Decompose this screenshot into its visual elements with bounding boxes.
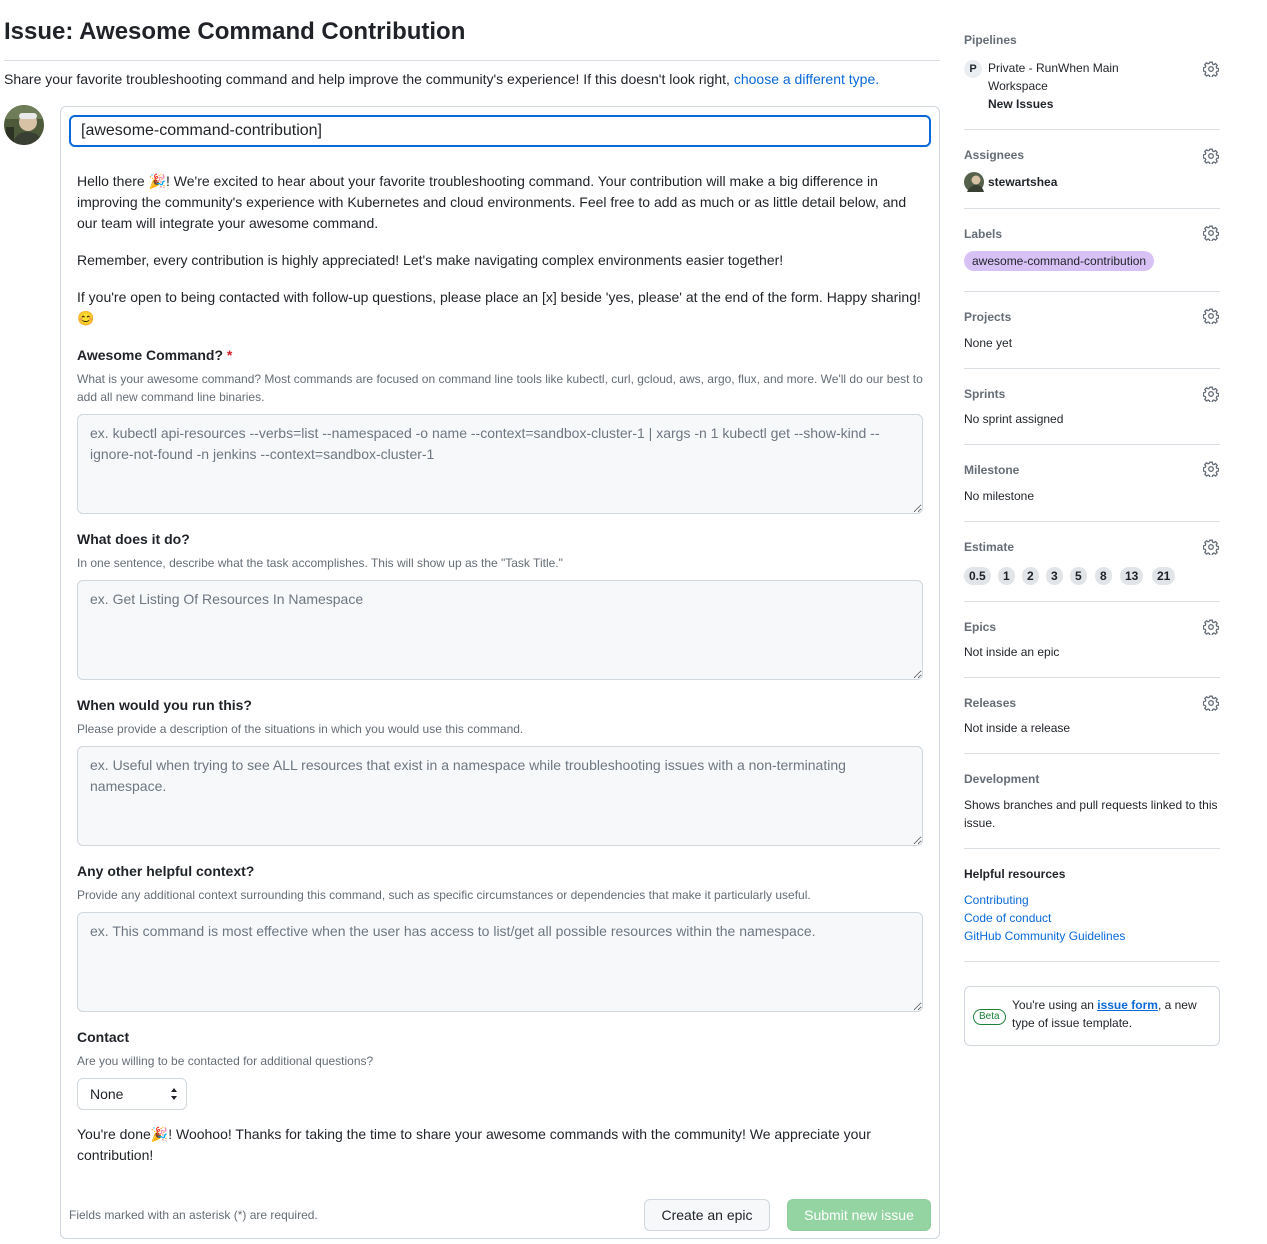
releases-heading: Releases: [964, 696, 1017, 710]
estimate-option[interactable]: 0.5: [964, 567, 991, 585]
assignees-gear-icon[interactable]: [1203, 148, 1219, 164]
label-pill[interactable]: awesome-command-contribution: [964, 251, 1155, 271]
choose-different-type-link[interactable]: choose a different type.: [734, 71, 879, 87]
field-label-other-context: Any other helpful context?: [77, 863, 255, 879]
field-label-awesome-command: Awesome Command? *: [77, 347, 233, 363]
pipeline-workspace-badge: P: [964, 60, 982, 78]
development-value: Shows branches and pull requests linked …: [964, 798, 1218, 830]
beta-badge: Beta: [973, 1009, 1006, 1025]
field-desc-what-does-it-do: In one sentence, describe what the task …: [77, 556, 563, 570]
pipeline-name: New Issues: [988, 97, 1054, 111]
estimate-option[interactable]: 1: [998, 567, 1015, 585]
when-run-textarea[interactable]: [77, 746, 923, 846]
estimate-option[interactable]: 3: [1046, 567, 1063, 585]
page-title: Issue: Awesome Command Contribution: [4, 18, 466, 45]
labels-heading: Labels: [964, 227, 1003, 241]
field-label-contact: Contact: [77, 1029, 130, 1045]
releases-value: Not inside a release: [964, 721, 1071, 735]
divider: [964, 208, 1220, 209]
issue-form: Hello there 🎉! We're excited to hear abo…: [60, 106, 940, 1239]
contact-select-value: None: [90, 1086, 124, 1102]
epics-gear-icon[interactable]: [1203, 619, 1219, 635]
assignees-heading: Assignees: [964, 148, 1025, 162]
other-context-textarea[interactable]: [77, 912, 923, 1012]
issue-title-input[interactable]: [69, 115, 931, 147]
estimate-option[interactable]: 21: [1152, 567, 1176, 585]
field-desc-when-run: Please provide a description of the situ…: [77, 722, 524, 736]
field-desc-contact: Are you willing to be contacted for addi…: [77, 1054, 374, 1068]
intro-paragraph-2: Remember, every contribution is highly a…: [77, 252, 784, 268]
assignee-avatar: [964, 172, 984, 192]
avatar[interactable]: [4, 105, 44, 145]
pipeline-workspace-name-line2: Workspace: [988, 79, 1048, 93]
development-heading: Development: [964, 772, 1040, 786]
labels-gear-icon[interactable]: [1203, 225, 1219, 241]
community-guidelines-link[interactable]: GitHub Community Guidelines: [964, 927, 1125, 945]
issue-form-beta-notice: Beta You're using an issue form, a new t…: [964, 986, 1220, 1046]
field-label-when-run: When would you run this?: [77, 697, 252, 713]
divider: [964, 753, 1220, 754]
estimate-option[interactable]: 5: [1070, 567, 1087, 585]
contact-select[interactable]: None: [77, 1078, 187, 1110]
divider: [964, 444, 1220, 445]
divider: [964, 291, 1220, 292]
field-desc-other-context: Provide any additional context surroundi…: [77, 888, 811, 902]
divider: [964, 601, 1220, 602]
releases-gear-icon[interactable]: [1203, 695, 1219, 711]
required-asterisk: *: [226, 347, 233, 363]
projects-value: None yet: [964, 336, 1013, 350]
estimate-option[interactable]: 13: [1120, 567, 1144, 585]
submit-issue-button[interactable]: Submit new issue: [787, 1199, 931, 1231]
milestone-value: No milestone: [964, 489, 1035, 503]
projects-gear-icon[interactable]: [1203, 308, 1219, 324]
create-epic-button[interactable]: Create an epic: [644, 1199, 770, 1231]
projects-heading: Projects: [964, 310, 1012, 324]
outro-paragraph: You're done🎉! Woohoo! Thanks for taking …: [77, 1126, 871, 1163]
field-desc-awesome-command: What is your awesome command? Most comma…: [77, 372, 923, 404]
code-of-conduct-link[interactable]: Code of conduct: [964, 909, 1051, 927]
milestone-heading: Milestone: [964, 463, 1020, 477]
divider: [964, 368, 1220, 369]
contributing-link[interactable]: Contributing: [964, 891, 1029, 909]
required-note: Fields marked with an asterisk (*) are r…: [69, 1208, 318, 1222]
field-label-what-does-it-do: What does it do?: [77, 531, 190, 547]
awesome-command-textarea[interactable]: [77, 414, 923, 514]
divider: [964, 521, 1220, 522]
pipelines-heading: Pipelines: [964, 33, 1017, 47]
pipelines-gear-icon[interactable]: [1203, 61, 1219, 77]
sprints-gear-icon[interactable]: [1203, 386, 1219, 402]
title-divider: [4, 60, 940, 61]
estimate-option[interactable]: 2: [1022, 567, 1039, 585]
estimate-gear-icon[interactable]: [1203, 539, 1219, 555]
assignee-name[interactable]: stewartshea: [988, 173, 1057, 191]
issue-form-link[interactable]: issue form: [1097, 998, 1158, 1012]
divider: [964, 677, 1220, 678]
beta-notice-text: You're using an issue form, a new type o…: [1012, 998, 1197, 1030]
estimate-heading: Estimate: [964, 540, 1015, 554]
helpful-resources-heading: Helpful resources: [964, 867, 1066, 881]
epics-value: Not inside an epic: [964, 645, 1060, 659]
divider: [964, 961, 1220, 962]
divider: [964, 129, 1220, 130]
divider: [964, 848, 1220, 849]
milestone-gear-icon[interactable]: [1203, 461, 1219, 477]
pipeline-workspace-name-line1: Private - RunWhen Main: [988, 61, 1119, 75]
sprints-value: No sprint assigned: [964, 412, 1064, 426]
intro-paragraph-1: Hello there 🎉! We're excited to hear abo…: [77, 173, 907, 231]
intro-paragraph-3: If you're open to being contacted with f…: [77, 289, 921, 326]
sprints-heading: Sprints: [964, 387, 1006, 401]
estimate-option[interactable]: 8: [1095, 567, 1112, 585]
epics-heading: Epics: [964, 620, 997, 634]
intro-text: Share your favorite troubleshooting comm…: [4, 71, 880, 87]
select-arrows-icon: [171, 1088, 177, 1100]
what-does-it-do-textarea[interactable]: [77, 580, 923, 680]
